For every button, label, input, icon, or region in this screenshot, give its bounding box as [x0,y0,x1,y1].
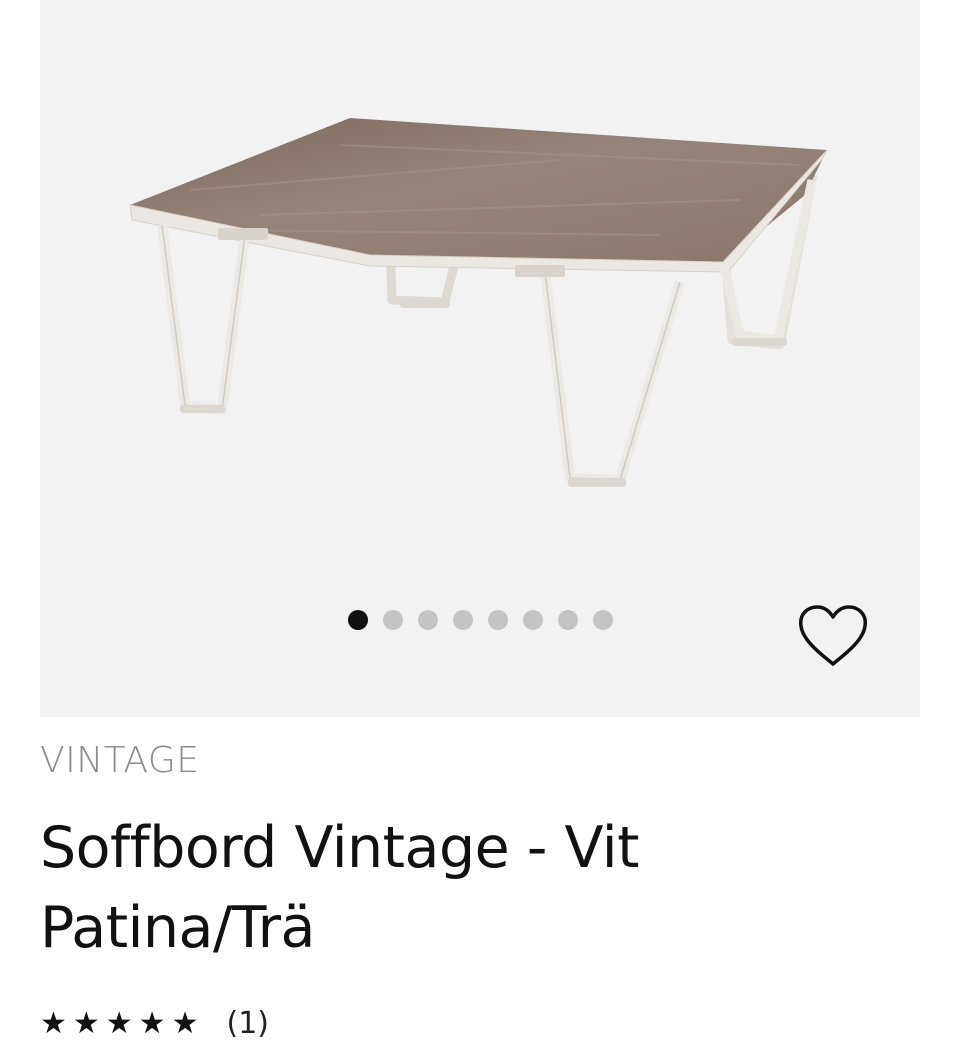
product-image-gallery[interactable] [40,0,920,717]
review-count: (1) [226,1006,269,1041]
product-brand[interactable]: VINTAGE [40,740,200,781]
gallery-dot[interactable] [417,610,438,630]
gallery-dot[interactable] [347,610,368,630]
gallery-dot[interactable] [487,610,508,630]
product-title: Soffbord Vintage - Vit Patina/Trä [40,815,639,961]
gallery-dot[interactable] [557,610,578,630]
gallery-dot[interactable] [452,610,473,630]
gallery-pagination [40,610,920,630]
gallery-dot[interactable] [382,610,403,630]
gallery-dot[interactable] [522,610,543,630]
wishlist-button[interactable] [795,600,871,672]
heart-outline-icon [798,605,868,666]
rating-stars: ★★★★★ [40,1006,205,1041]
product-rating[interactable]: ★★★★★ (1) [40,1006,269,1041]
gallery-dot[interactable] [592,610,613,630]
